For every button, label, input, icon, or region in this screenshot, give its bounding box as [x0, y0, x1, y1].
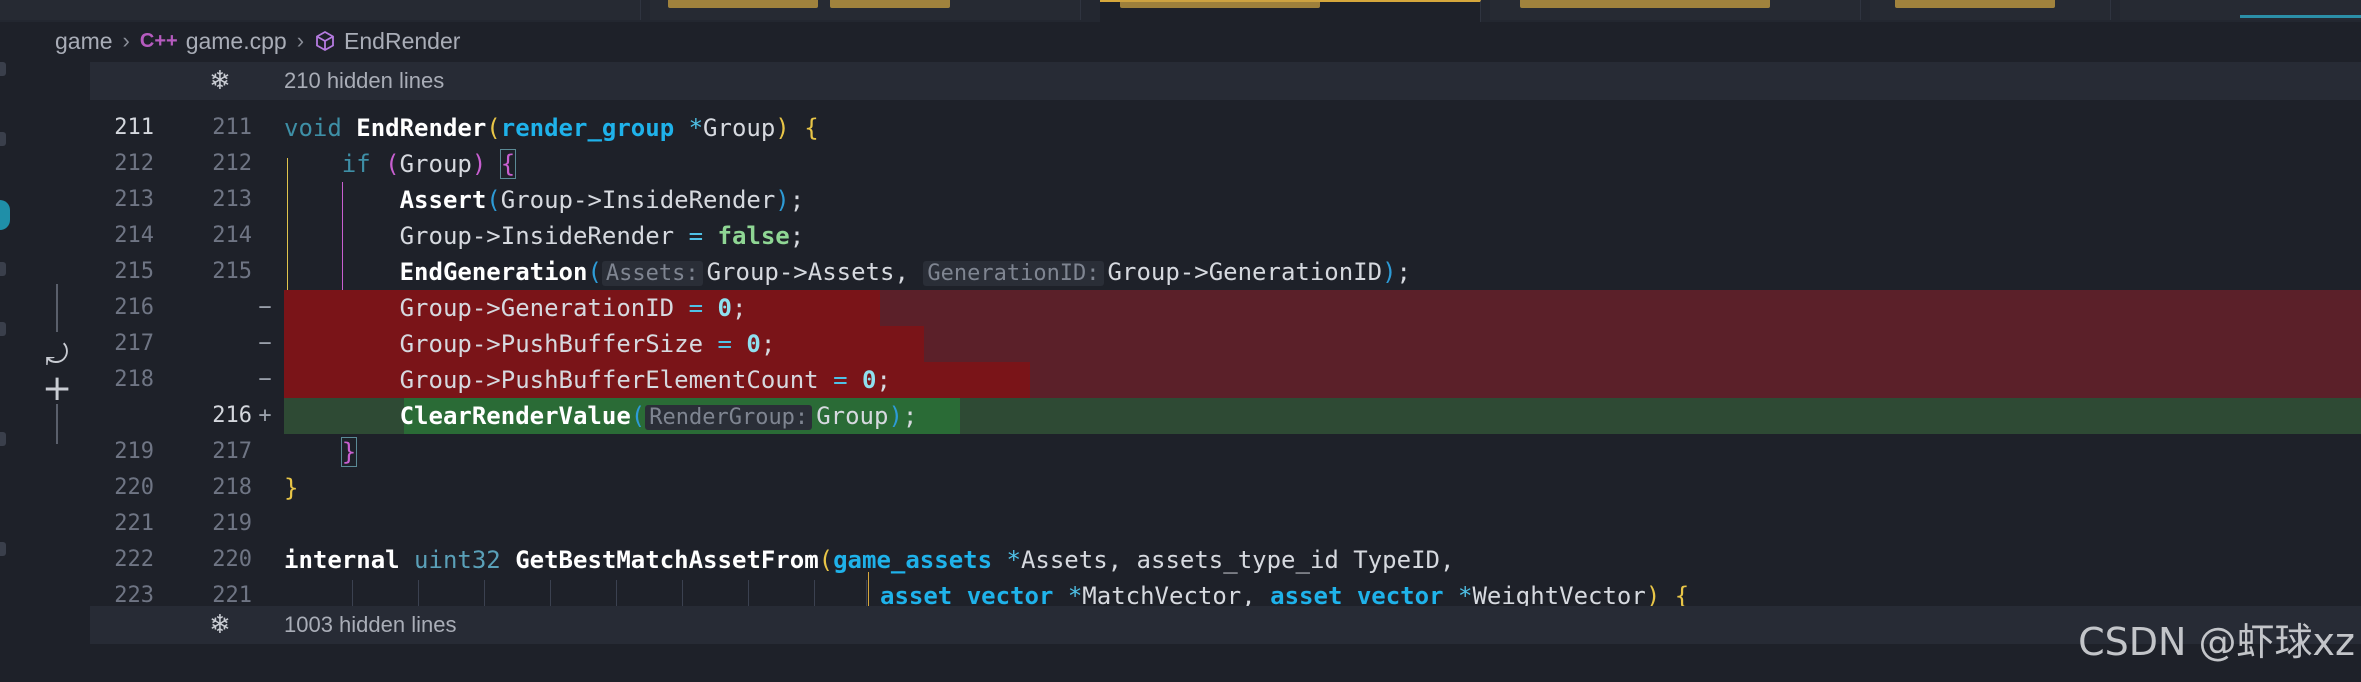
hidden-lines-fold[interactable]: ❄ 210 hidden lines	[90, 62, 2361, 100]
deleted-marker: −	[258, 367, 272, 392]
watermark: CSDN @虾球xz	[2078, 620, 2355, 664]
tab[interactable]	[0, 0, 641, 20]
activity-bar: ⤾ +	[0, 22, 90, 682]
chevron-right-icon: ›	[296, 28, 305, 53]
code-line[interactable]: 221 219	[90, 506, 2361, 542]
breadcrumb-symbol[interactable]: EndRender	[344, 28, 460, 55]
fold-label: 1003 hidden lines	[284, 612, 457, 637]
code-line[interactable]: 219 217 }	[90, 434, 2361, 470]
code-line[interactable]: 222 220 internal uint32 GetBestMatchAsse…	[90, 542, 2361, 578]
fold-icon[interactable]: ❄	[206, 611, 234, 639]
inlay-hint: RenderGroup:	[645, 405, 813, 430]
activity-indicator[interactable]	[0, 200, 10, 230]
deleted-line[interactable]: 216 − Group->GenerationID = 0;	[90, 290, 2361, 326]
tab-strip	[0, 0, 2361, 22]
code-line[interactable]: 215 215 EndGeneration(Assets: Group->Asse…	[90, 254, 2361, 290]
deleted-marker: −	[258, 331, 272, 356]
breadcrumb-folder[interactable]: game	[55, 28, 113, 55]
code-line[interactable]: 213 213 Assert(Group->InsideRender);	[90, 182, 2361, 218]
breadcrumb-file[interactable]: game.cpp	[186, 28, 287, 55]
chevron-right-icon: ›	[122, 28, 130, 53]
plus-icon[interactable]: +	[42, 371, 72, 407]
added-marker: +	[258, 403, 272, 428]
deleted-line[interactable]: 218 − Group->PushBufferElementCount = 0;	[90, 362, 2361, 398]
revert-icon[interactable]: ⤾	[44, 341, 70, 369]
breadcrumb: game › C++ game.cpp › EndRender	[55, 24, 460, 58]
fold-label: 210 hidden lines	[284, 68, 445, 93]
code-line[interactable]: 212 212 if (Group) {	[90, 146, 2361, 182]
code-line[interactable]: 220 218 }	[90, 470, 2361, 506]
fold-icon[interactable]: ❄	[206, 67, 234, 95]
deleted-marker: −	[258, 295, 272, 320]
hidden-lines-fold[interactable]: ❄ 1003 hidden lines	[90, 606, 2361, 644]
inlay-hint: GenerationID:	[923, 261, 1104, 286]
added-line[interactable]: 216 + ClearRenderValue(RenderGroup: Group…	[90, 398, 2361, 434]
cpp-file-icon: C++	[139, 29, 178, 52]
inlay-hint: Assets:	[601, 261, 703, 286]
code-line[interactable]: 211 211 void EndRender(render_group *Gro…	[90, 110, 2361, 146]
cube-icon	[314, 30, 336, 52]
diff-editor[interactable]: ❄ 210 hidden lines 211 211 void EndRende…	[90, 58, 2361, 682]
code-line[interactable]: 214 214 Group->InsideRender = false;	[90, 218, 2361, 254]
deleted-line[interactable]: 217 − Group->PushBufferSize = 0;	[90, 326, 2361, 362]
